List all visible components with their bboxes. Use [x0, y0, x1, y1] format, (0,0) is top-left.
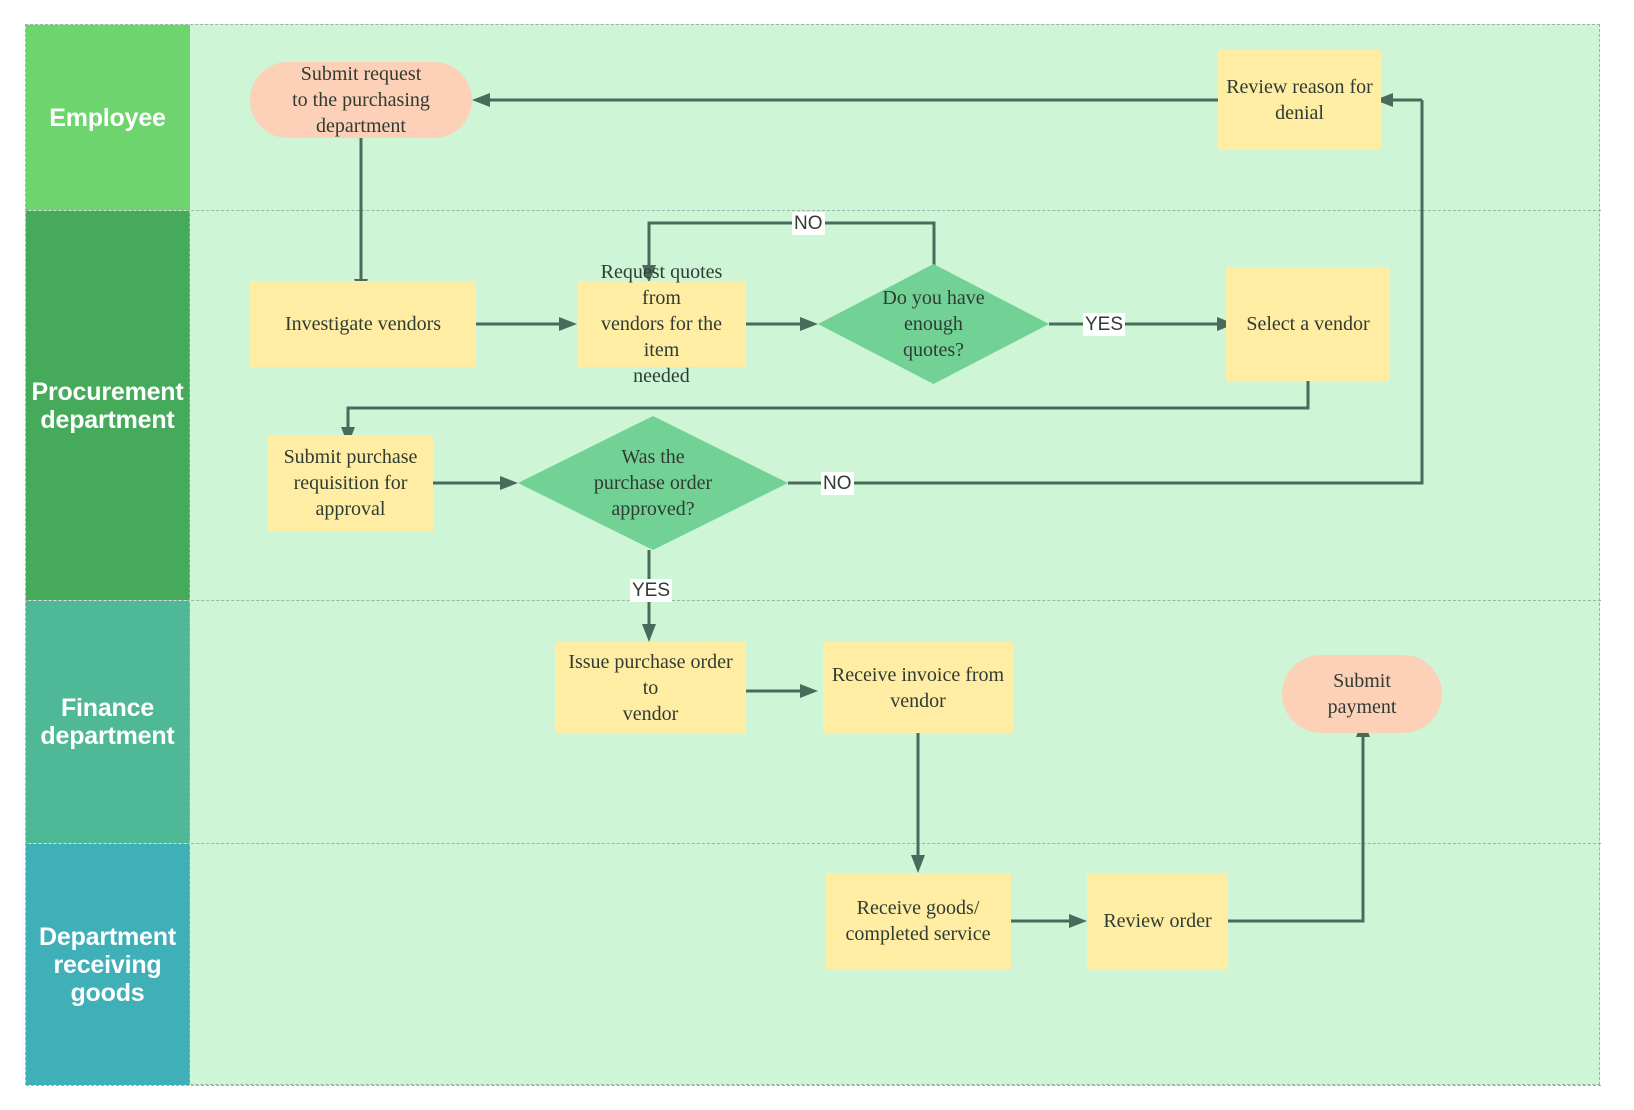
node-label-enough-quotes: Do you have enough quotes?	[882, 287, 985, 361]
node-submit-requisition[interactable]: Submit purchase requisition for approval	[268, 435, 433, 531]
node-label-investigate-vendors: Investigate vendors	[284, 313, 442, 335]
lane-label-finance: Finance department	[40, 694, 175, 750]
swimlane-diagram: Employee Procurement department Finance …	[25, 24, 1601, 1086]
node-label-receive-goods: Receive goods/ completed service	[845, 897, 991, 945]
node-label-request-quotes: Request quotes from vendors for the item…	[600, 261, 723, 387]
node-receive-goods[interactable]: Receive goods/ completed service	[825, 873, 1011, 969]
lane-header-receiving: Department receiving goods	[26, 844, 190, 1085]
node-po-approved[interactable]: Was the purchase order approved?	[518, 416, 788, 550]
lane-label-procurement: Procurement department	[31, 377, 184, 434]
node-issue-po[interactable]: Issue purchase order to vendor	[555, 642, 746, 733]
node-label-submit-payment: Submit payment	[1327, 670, 1397, 718]
node-label-submit-request: Submit request to the purchasing departm…	[292, 63, 430, 137]
node-review-order[interactable]: Review order	[1087, 873, 1228, 969]
node-label-review-order: Review order	[1103, 910, 1212, 932]
edge-label-text-approved-no: NO	[823, 473, 852, 494]
screenshot-root: Employee Procurement department Finance …	[0, 0, 1634, 1110]
edge-label-approved-yes: YES	[630, 579, 673, 602]
node-submit-request[interactable]: Submit request to the purchasing departm…	[250, 62, 472, 138]
lane-receiving: Department receiving goods	[26, 844, 1601, 1086]
edge-label-quotes-no: NO	[792, 212, 825, 235]
node-submit-payment[interactable]: Submit payment	[1282, 655, 1442, 733]
node-receive-invoice[interactable]: Receive invoice from vendor	[823, 642, 1013, 733]
edge-label-text-approved-yes: YES	[632, 580, 671, 601]
node-select-vendor[interactable]: Select a vendor	[1226, 267, 1390, 381]
lane-header-procurement: Procurement department	[26, 211, 190, 600]
node-label-submit-requisition: Submit purchase requisition for approval	[283, 446, 418, 520]
node-review-denial[interactable]: Review reason for denial	[1218, 50, 1381, 150]
edge-label-quotes-yes: YES	[1083, 313, 1126, 336]
edge-label-approved-no: NO	[821, 472, 854, 495]
node-label-select-vendor: Select a vendor	[1246, 313, 1370, 335]
lane-header-employee: Employee	[26, 25, 190, 210]
node-label-issue-po: Issue purchase order to vendor	[568, 650, 733, 725]
lane-header-finance: Finance department	[26, 601, 190, 843]
lane-label-receiving: Department receiving goods	[39, 922, 176, 1007]
edge-label-text-quotes-no: NO	[794, 213, 823, 234]
node-request-quotes[interactable]: Request quotes from vendors for the item…	[577, 261, 746, 387]
node-label-po-approved: Was the purchase order approved?	[593, 446, 713, 520]
node-enough-quotes[interactable]: Do you have enough quotes?	[818, 264, 1049, 384]
lane-label-employee: Employee	[49, 103, 166, 132]
edge-label-text-quotes-yes: YES	[1085, 314, 1124, 335]
node-investigate-vendors[interactable]: Investigate vendors	[250, 281, 476, 367]
node-label-receive-invoice: Receive invoice from vendor	[831, 663, 1005, 712]
node-label-review-denial: Review reason for denial	[1226, 76, 1373, 124]
